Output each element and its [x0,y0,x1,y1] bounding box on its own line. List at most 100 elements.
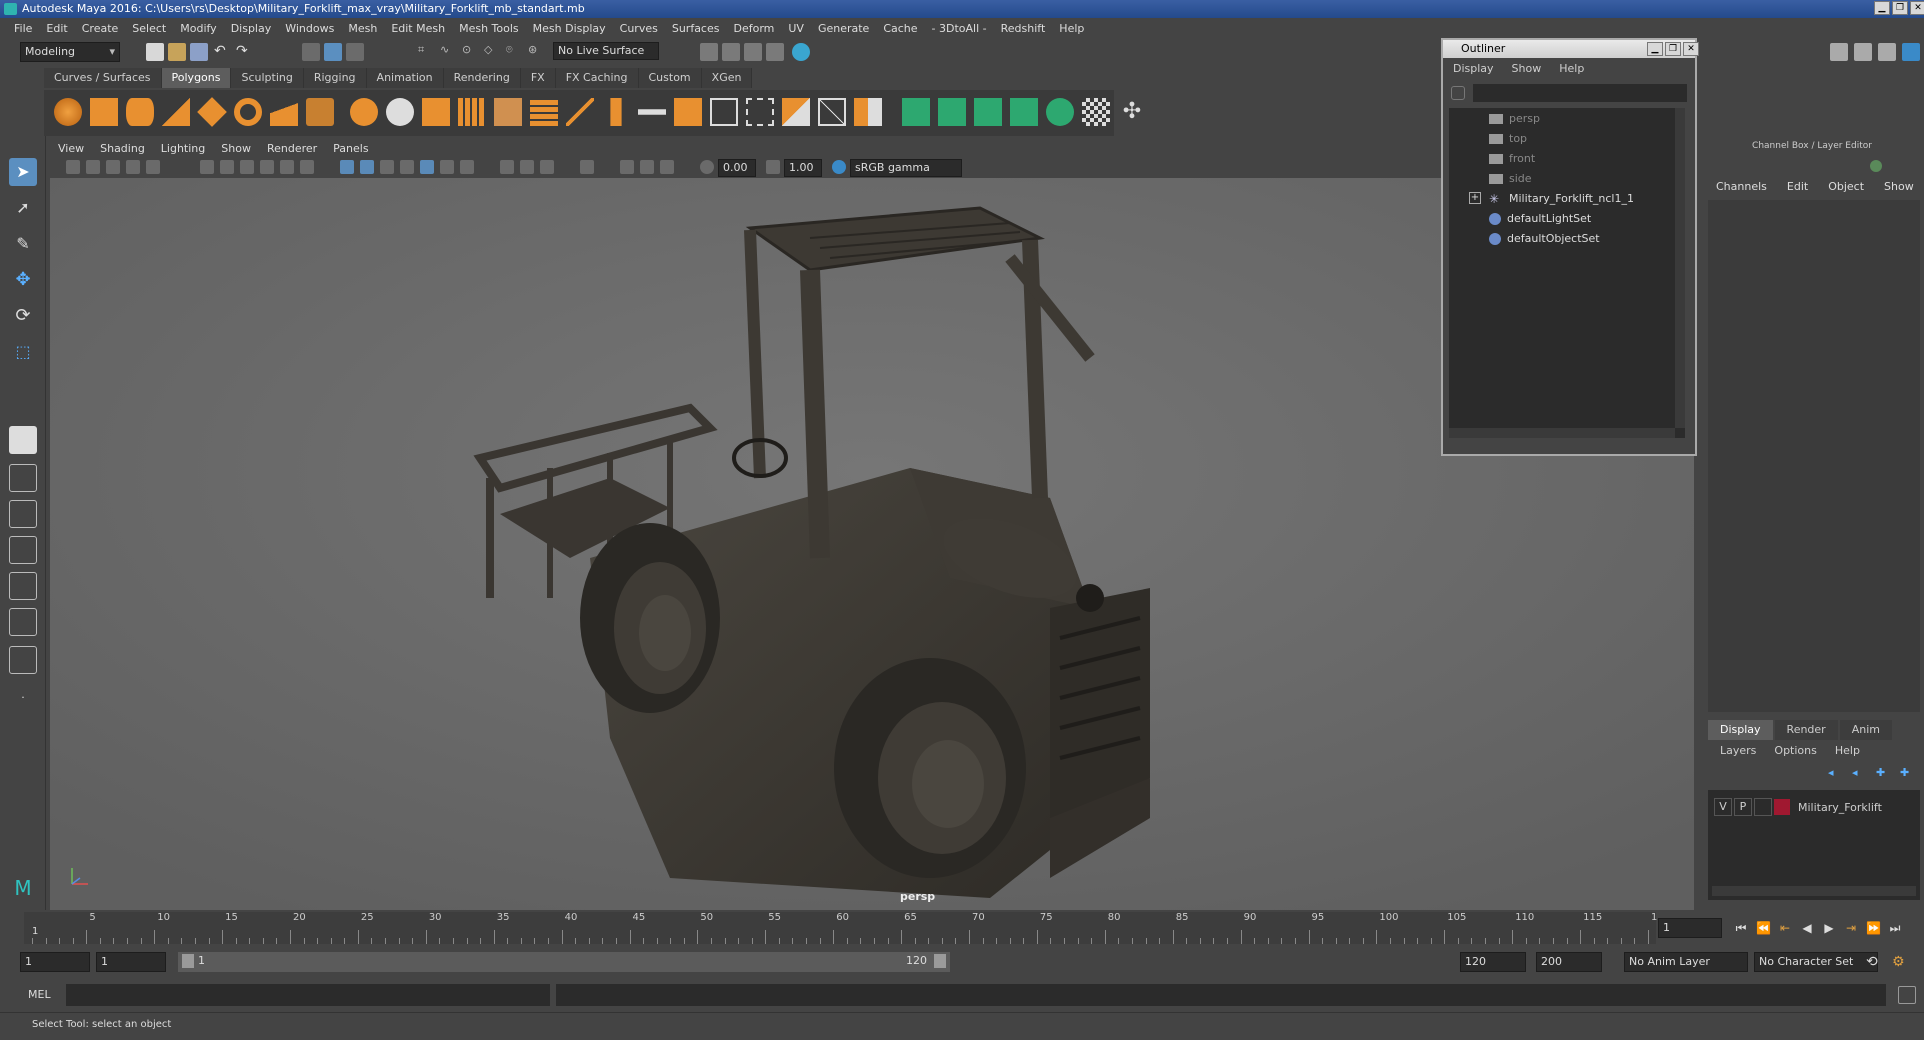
snap-surface-icon[interactable]: ⌾ [506,43,524,61]
outliner-close-button[interactable]: ✕ [1683,42,1699,56]
poly-sphere-icon[interactable] [54,98,82,126]
use-all-lights-icon[interactable] [440,160,454,174]
collapse-icon[interactable] [854,98,882,126]
menu-cache[interactable]: Cache [883,22,917,35]
poly-plane-icon[interactable] [197,97,227,127]
cylindrical-mapping-icon[interactable] [974,98,1002,126]
shelf-tab-curves-surfaces[interactable]: Curves / Surfaces [44,68,162,88]
playback-end-field[interactable]: 120 [1460,952,1526,972]
mirror-icon[interactable] [422,98,450,126]
menu-select[interactable]: Select [132,22,166,35]
range-start-handle[interactable] [182,954,194,968]
grease-pencil-icon[interactable] [146,160,160,174]
menu-modify[interactable]: Modify [180,22,216,35]
time-slider[interactable]: 5 10 15 20 25 30 35 40 45 50 55 60 65 70 75 80 85 90 95 100… [24,912,1670,944]
outliner-vertical-scrollbar[interactable] [1675,108,1685,428]
render-settings-icon[interactable] [766,43,784,61]
persp-hypershade-layout-icon[interactable] [9,608,37,636]
scale-tool-icon[interactable]: ⬚ [9,338,37,366]
exposure-field[interactable]: 0.00 [718,159,756,177]
snap-point-icon[interactable]: ⊙ [462,43,480,61]
layer-tab-anim[interactable]: Anim [1839,720,1892,740]
bookmark-icon[interactable] [106,160,120,174]
menu-create[interactable]: Create [82,22,119,35]
current-frame-field[interactable]: 1 [1658,918,1722,938]
shelf-tab-xgen[interactable]: XGen [701,68,753,88]
minimize-button[interactable]: ▁ [1874,1,1890,15]
poly-torus-icon[interactable] [234,98,262,126]
four-view-layout-icon[interactable] [9,464,37,492]
new-layer-icon[interactable]: ✚ [1876,766,1890,780]
bridge-icon[interactable] [610,98,622,126]
field-chart-icon[interactable] [280,160,294,174]
command-input[interactable] [66,984,550,1006]
multi-cut-icon[interactable] [530,98,558,126]
modeling-toolkit-icon[interactable] [1830,43,1848,61]
film-gate-icon[interactable] [220,160,234,174]
channel-menu-object[interactable]: Object [1828,180,1864,193]
shelf-tab-rigging[interactable]: Rigging [303,68,367,88]
save-scene-icon[interactable] [190,43,208,61]
tool-settings-icon[interactable] [1878,43,1896,61]
target-weld-icon[interactable] [782,98,810,126]
outliner-item-front[interactable]: front [1489,150,1535,168]
panel-menu-show[interactable]: Show [221,142,251,155]
range-end-handle[interactable] [934,954,946,968]
maximize-button[interactable]: ❐ [1892,1,1908,15]
poly-cube-icon[interactable] [90,98,118,126]
outliner-item-top[interactable]: top [1489,130,1527,148]
play-forwards-icon[interactable]: ▶ [1822,921,1836,935]
command-language-label[interactable]: MEL [28,988,51,1001]
menu-3dtoall[interactable]: - 3DtoAll - [932,22,987,35]
layout-more-icon[interactable]: · [9,684,37,712]
auto-key-icon[interactable]: ⟲ [1866,954,1882,970]
render-view-icon[interactable] [700,43,718,61]
xray-icon[interactable] [620,160,634,174]
camera-attributes-icon[interactable] [86,160,100,174]
step-forward-frame-icon[interactable]: ⏩ [1866,921,1881,935]
paint-select-tool-icon[interactable]: ✎ [9,230,37,258]
outliner-menu-display[interactable]: Display [1453,62,1494,75]
outliner-filter-icon[interactable] [1451,86,1465,100]
go-to-start-icon[interactable]: ⏮ [1734,921,1748,935]
panel-menu-shading[interactable]: Shading [100,142,145,155]
menu-uv[interactable]: UV [788,22,804,35]
single-view-layout-icon[interactable] [9,426,37,454]
layer-horizontal-scrollbar[interactable] [1712,886,1916,896]
bevel-icon[interactable] [494,98,522,126]
insert-edge-loop-icon[interactable] [710,98,738,126]
xray-joints-icon[interactable] [640,160,654,174]
channel-menu-edit[interactable]: Edit [1787,180,1808,193]
gamma-field[interactable]: 1.00 [784,159,822,177]
shadows-icon[interactable] [460,160,474,174]
panel-menu-lighting[interactable]: Lighting [161,142,205,155]
outliner-search-input[interactable] [1473,84,1687,102]
character-set-dropdown[interactable]: No Character Set [1754,952,1878,972]
two-view-layout-icon[interactable] [9,500,37,528]
select-hierarchy-icon[interactable] [302,43,320,61]
layer-menu-help[interactable]: Help [1835,744,1860,757]
automatic-mapping-icon[interactable] [1010,98,1038,126]
outliner-item-persp[interactable]: persp [1489,110,1540,128]
make-live-icon[interactable]: ⊛ [528,43,546,61]
select-tool-icon[interactable]: ➤ [9,158,37,186]
planar-mapping-icon[interactable] [938,98,966,126]
layer-visibility-toggle[interactable]: V [1714,798,1732,816]
menu-set-dropdown[interactable]: Modeling [20,42,120,62]
poly-pyramid-icon[interactable] [270,98,298,126]
menu-file[interactable]: File [14,22,32,35]
playback-start-field[interactable]: 1 [96,952,166,972]
menu-generate[interactable]: Generate [818,22,869,35]
shelf-tab-animation[interactable]: Animation [366,68,444,88]
menu-deform[interactable]: Deform [733,22,774,35]
menu-help[interactable]: Help [1059,22,1084,35]
outliner-maximize-button[interactable]: ❐ [1665,42,1681,56]
layer-playback-toggle[interactable]: P [1734,798,1752,816]
layer-row-military-forklift[interactable]: V P Military_Forklift [1714,798,1882,816]
offset-edge-loop-icon[interactable] [746,98,774,126]
combine-icon[interactable] [350,98,378,126]
shelf-tab-sculpting[interactable]: Sculpting [231,68,304,88]
exposure-icon[interactable] [700,160,714,174]
select-component-icon[interactable] [346,43,364,61]
shelf-tab-custom[interactable]: Custom [638,68,702,88]
